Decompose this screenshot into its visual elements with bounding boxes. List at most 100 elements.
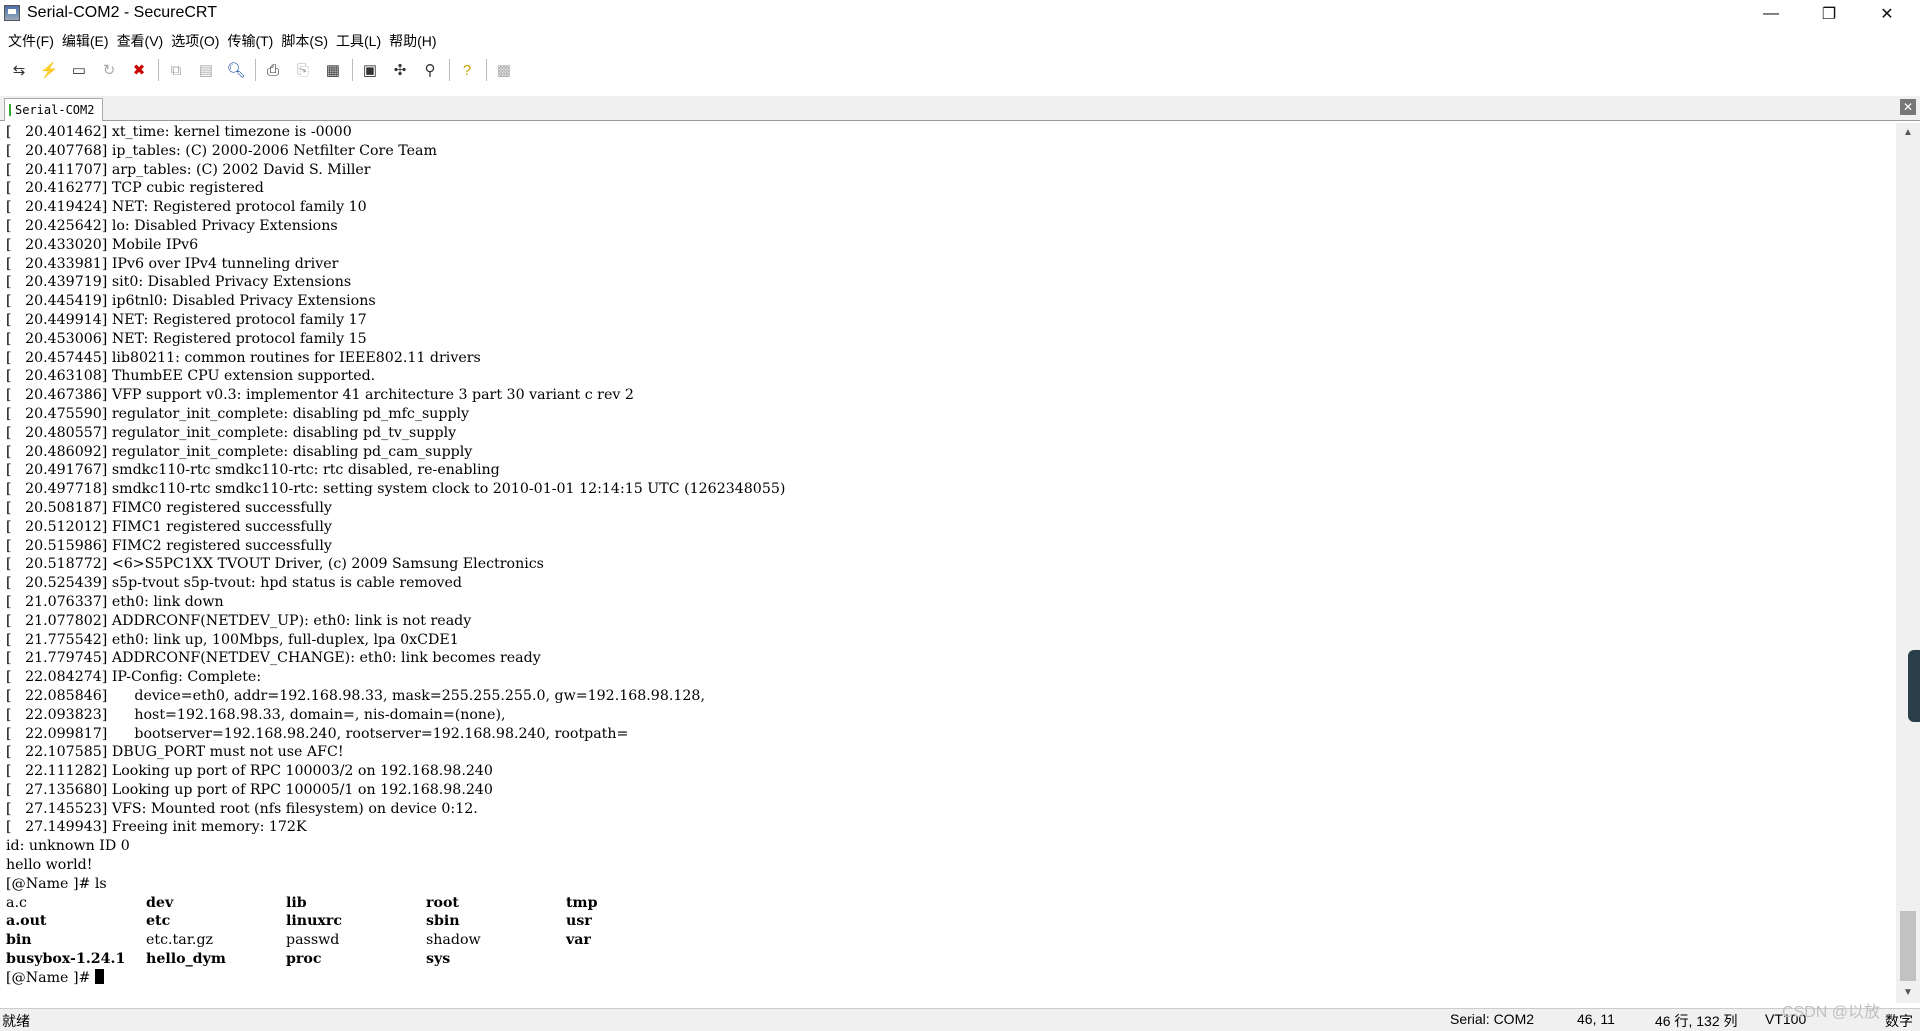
- terminal-line: [ 27.149943] Freeing init memory: 172K: [6, 819, 307, 836]
- copy-icon[interactable]: ⧉: [165, 59, 187, 81]
- terminal-line: [ 20.497718] smdkc110-rtc smdkc110-rtc: …: [6, 481, 786, 498]
- paste-icon[interactable]: ▤: [195, 59, 217, 81]
- terminal-line: [ 20.475590] regulator_init_complete: di…: [6, 405, 470, 422]
- find-icon[interactable]: 🔍︎: [225, 59, 247, 81]
- close-tab-icon[interactable]: ✕: [1900, 99, 1916, 115]
- terminal-output[interactable]: [ 20.401462] xt_time: kernel timezone is…: [0, 123, 1896, 1003]
- menu-view[interactable]: 查看(V): [117, 29, 164, 51]
- help-icon[interactable]: ?: [456, 59, 478, 81]
- session-options-icon[interactable]: ▣: [359, 59, 381, 81]
- toolbar-separator: [158, 59, 159, 81]
- terminal-line: [ 20.515986] FIMC2 registered successful…: [6, 537, 332, 554]
- terminal-line: [ 20.491767] smdkc110-rtc smdkc110-rtc: …: [6, 462, 500, 479]
- ls-entry: bin: [6, 932, 32, 949]
- text-cursor: [94, 968, 104, 984]
- terminal-line: [ 22.084274] IP-Config: Complete:: [6, 669, 262, 686]
- print-icon[interactable]: ⎙: [262, 59, 284, 81]
- terminal-line: [ 20.457445] lib80211: common routines f…: [6, 349, 481, 366]
- menu-options[interactable]: 选项(O): [171, 29, 219, 51]
- terminal-line: [ 22.099817] bootserver=192.168.98.240, …: [6, 725, 629, 742]
- ls-entry: etc: [146, 913, 171, 930]
- scrollbar-thumb[interactable]: [1900, 911, 1916, 981]
- terminal-line: [ 21.076337] eth0: link down: [6, 593, 224, 610]
- ls-entry: a.out: [6, 913, 47, 930]
- minimize-button[interactable]: —: [1742, 0, 1800, 28]
- ls-entry: [566, 950, 706, 969]
- restore-button[interactable]: ❐: [1800, 0, 1858, 28]
- menu-bar: 文件(F) 编辑(E) 查看(V) 选项(O) 传输(T) 脚本(S) 工具(L…: [0, 29, 1920, 51]
- terminal-line: [ 20.419424] NET: Registered protocol fa…: [6, 199, 367, 216]
- terminal-line: [ 21.077802] ADDRCONF(NETDEV_UP): eth0: …: [6, 612, 472, 629]
- vertical-scrollbar[interactable]: ▲ ▼: [1896, 123, 1920, 1003]
- quick-connect-icon[interactable]: ⚡: [38, 59, 60, 81]
- ls-entry: var: [566, 932, 591, 949]
- menu-edit[interactable]: 编辑(E): [62, 29, 109, 51]
- terminal-line: [ 22.111282] Looking up port of RPC 1000…: [6, 763, 493, 780]
- status-cursor-position: 46, 11: [1577, 1011, 1615, 1027]
- ls-entry: passwd: [286, 932, 340, 949]
- disconnect-icon[interactable]: ✖: [128, 59, 150, 81]
- global-options-icon[interactable]: ✣: [389, 59, 411, 81]
- terminal-line: [ 20.486092] regulator_init_complete: di…: [6, 443, 473, 460]
- ls-entry: etc.tar.gz: [146, 932, 214, 949]
- connect-icon[interactable]: ⇆: [8, 59, 30, 81]
- terminal-line: [ 20.401462] xt_time: kernel timezone is…: [6, 124, 352, 140]
- terminal-line: id: unknown ID 0: [6, 838, 130, 855]
- scroll-up-arrow-icon[interactable]: ▲: [1896, 123, 1920, 143]
- terminal-line: [ 20.463108] ThumbEE CPU extension suppo…: [6, 368, 376, 385]
- menu-file[interactable]: 文件(F): [8, 29, 54, 51]
- watermark-text: CSDN @以放: [1782, 1004, 1881, 1021]
- ls-entry: usr: [566, 913, 592, 930]
- menu-tools[interactable]: 工具(L): [336, 29, 381, 51]
- window-title: Serial-COM2 - SecureCRT: [27, 4, 217, 21]
- side-panel-handle[interactable]: [1908, 650, 1920, 722]
- ls-entry: a.c: [6, 894, 27, 911]
- status-rows-cols: 46 行, 132 列: [1655, 1013, 1738, 1029]
- ls-entry: shadow: [426, 932, 481, 949]
- terminal-line: hello world!: [6, 857, 93, 874]
- terminal-line: [ 20.480557] regulator_init_complete: di…: [6, 424, 457, 441]
- terminal-line: [ 20.433981] IPv6 over IPv4 tunneling dr…: [6, 255, 339, 272]
- terminal-line: [ 20.525439] s5p-tvout s5p-tvout: hpd st…: [6, 575, 462, 592]
- menu-help[interactable]: 帮助(H): [389, 29, 436, 51]
- connect-tab-icon[interactable]: ▭: [68, 59, 90, 81]
- status-ready: 就绪: [2, 1013, 30, 1029]
- terminal-log: [ 20.401462] xt_time: kernel timezone is…: [0, 123, 1896, 894]
- session-tab-strip: Serial-COM2 ✕: [0, 96, 1920, 121]
- terminal-line: [ 20.425642] lo: Disabled Privacy Extens…: [6, 217, 338, 234]
- toolbar-separator: [449, 59, 450, 81]
- ls-entry: tmp: [566, 894, 598, 911]
- terminal-line: [ 20.449914] NET: Registered protocol fa…: [6, 311, 367, 328]
- reconnect-icon[interactable]: ↻: [98, 59, 120, 81]
- scroll-down-arrow-icon[interactable]: ▼: [1896, 983, 1920, 1003]
- tab-serial-com2[interactable]: Serial-COM2: [4, 98, 104, 121]
- terminal-line: [ 20.508187] FIMC0 registered successful…: [6, 499, 332, 516]
- status-connection: Serial: COM2: [1450, 1011, 1535, 1027]
- terminal-line: [ 22.085846] device=eth0, addr=192.168.9…: [6, 687, 705, 704]
- ls-entry: dev: [146, 894, 174, 911]
- terminal-line: [ 20.407768] ip_tables: (C) 2000-2006 Ne…: [6, 142, 437, 159]
- keymap-icon[interactable]: ⚲: [419, 59, 441, 81]
- ls-entry: root: [426, 894, 459, 911]
- sftp-icon[interactable]: ▩: [493, 59, 515, 81]
- terminal-line: [ 20.512012] FIMC1 registered successful…: [6, 518, 332, 535]
- toolbar: ⇆ ⚡ ▭ ↻ ✖ ⧉ ▤ 🔍︎ ⎙ ⎘ ▦ ▣ ✣ ⚲ ? ▩: [0, 55, 1920, 85]
- toolbar-separator: [486, 59, 487, 81]
- terminal-line: [ 20.433020] Mobile IPv6: [6, 236, 199, 253]
- ls-entry: hello_dym: [146, 951, 226, 968]
- ls-entry: linuxrc: [286, 913, 342, 930]
- menu-transfer[interactable]: 传输(T): [227, 29, 273, 51]
- printer-icon[interactable]: ▦: [322, 59, 344, 81]
- status-bar: 就绪 Serial: COM2 46, 11 46 行, 132 列 VT100…: [0, 1008, 1920, 1031]
- print-selection-icon[interactable]: ⎘: [292, 59, 314, 81]
- terminal-line: [ 22.107585] DBUG_PORT must not use AFC!: [6, 744, 344, 761]
- terminal-line: [ 20.445419] ip6tnl0: Disabled Privacy E…: [6, 293, 376, 310]
- securecrt-app-icon[interactable]: [4, 5, 20, 21]
- terminal-line: [ 21.775542] eth0: link up, 100Mbps, ful…: [6, 631, 459, 648]
- ls-entry: proc: [286, 951, 322, 968]
- menu-script[interactable]: 脚本(S): [281, 29, 328, 51]
- close-button[interactable]: ✕: [1858, 0, 1916, 28]
- terminal-line: [ 20.453006] NET: Registered protocol fa…: [6, 330, 367, 347]
- terminal-line: [ 27.135680] Looking up port of RPC 1000…: [6, 781, 493, 798]
- terminal-line: [ 27.145523] VFS: Mounted root (nfs file…: [6, 800, 478, 817]
